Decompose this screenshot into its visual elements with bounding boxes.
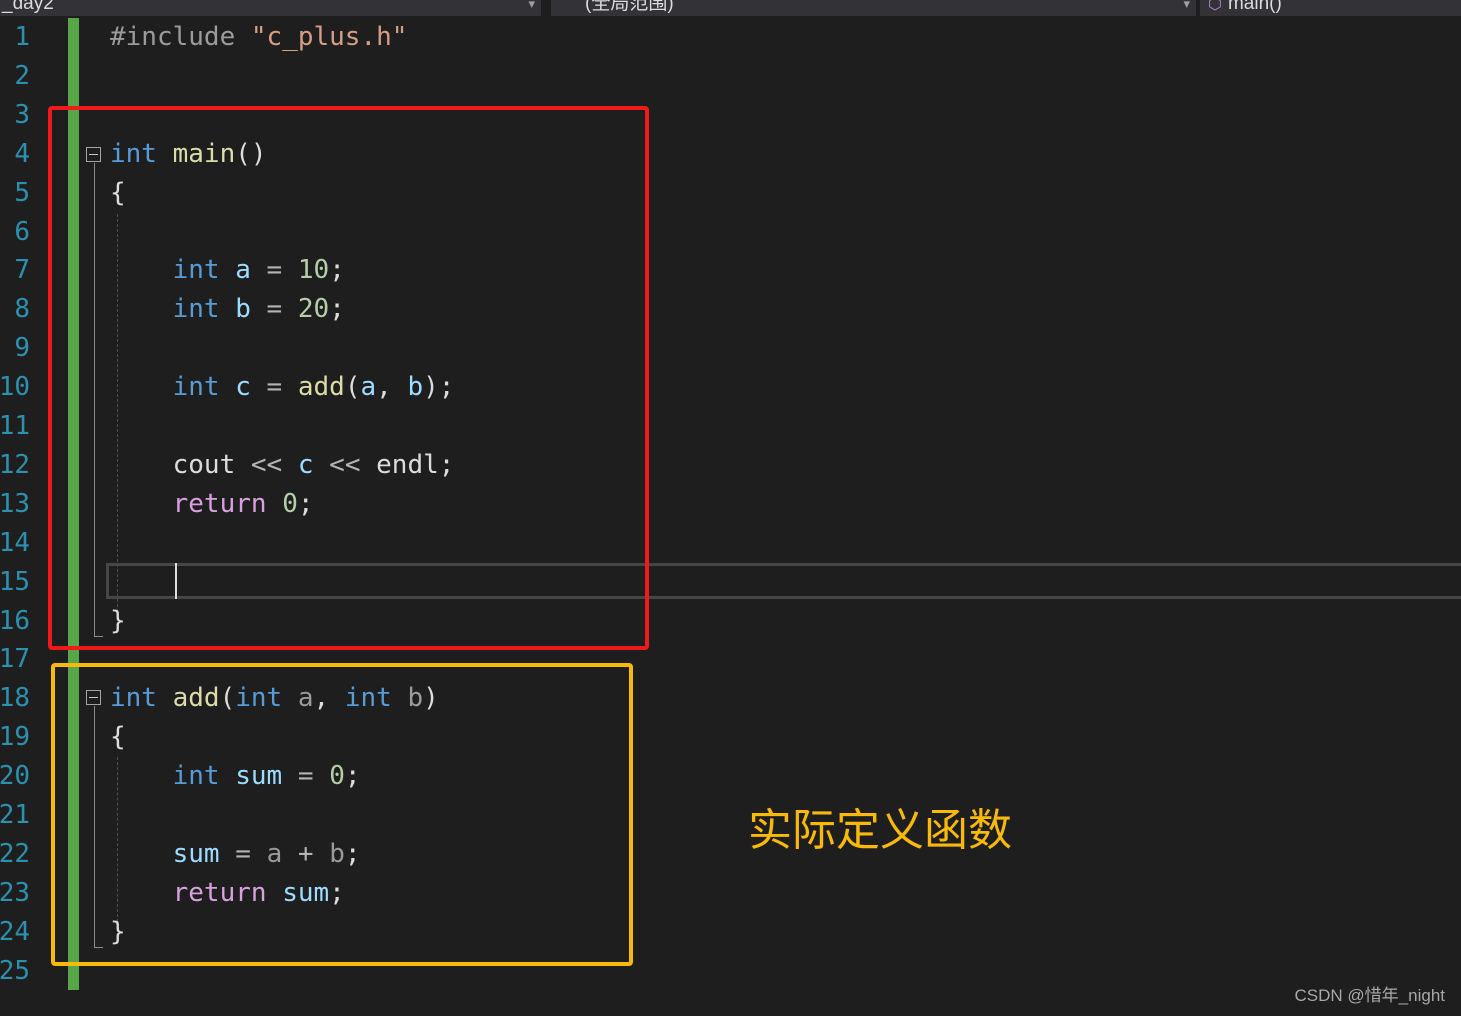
line-number: 9 <box>14 333 30 364</box>
line-number: 5 <box>14 177 30 208</box>
line-number: 3 <box>14 99 30 130</box>
line-number: 21 <box>0 800 30 830</box>
method-cube-icon: ⬡ <box>1208 0 1222 13</box>
line-number: 4 <box>14 138 30 169</box>
line-number: 14 <box>0 527 30 558</box>
chevron-down-icon: ▾ <box>528 0 535 11</box>
line-number: 19 <box>0 722 30 753</box>
line-number: 22 <box>0 838 30 869</box>
line-number: 17 <box>0 644 30 675</box>
line-number: 23 <box>0 877 30 908</box>
line-number: 13 <box>0 488 30 519</box>
line-number: 11 <box>0 411 30 441</box>
chevron-down-icon: ▾ <box>1183 0 1190 11</box>
line-number: 2 <box>14 60 30 91</box>
annotation-text: 实际定义函数 <box>748 805 1012 856</box>
line-number: 7 <box>14 255 30 286</box>
line-number: 25 <box>0 955 30 986</box>
project-dropdown-label: _day2 <box>2 0 54 14</box>
function-dropdown[interactable]: ⬡ main() <box>1200 0 1461 16</box>
code-token: #include <box>110 22 251 52</box>
line-number: 24 <box>0 916 30 947</box>
navigation-bar: _day2 ▾ (全局范围) ▾ ⬡ main() <box>0 0 1461 18</box>
scope-dropdown-label: (全局范围) <box>585 0 674 14</box>
line-number: 1 <box>14 22 30 52</box>
project-dropdown[interactable]: _day2 ▾ <box>0 0 541 16</box>
line-number: 16 <box>0 605 30 636</box>
add-function-highlight-box <box>51 663 633 966</box>
scope-dropdown[interactable]: (全局范围) ▾ <box>551 0 1196 16</box>
line-number: 6 <box>14 216 30 247</box>
line-number: 18 <box>0 683 30 714</box>
line-number: 12 <box>0 449 30 480</box>
function-dropdown-label: main() <box>1227 0 1282 14</box>
watermark: CSDN @惜年_night <box>1294 986 1445 1005</box>
line-number: 20 <box>0 761 30 792</box>
code-token: "c_plus.h" <box>250 22 408 52</box>
line-number: 15 <box>0 566 30 597</box>
code-line: #include "c_plus.h" <box>110 18 407 57</box>
line-number: 8 <box>14 294 30 325</box>
line-number: 10 <box>0 372 30 403</box>
main-function-highlight-box <box>48 106 649 650</box>
